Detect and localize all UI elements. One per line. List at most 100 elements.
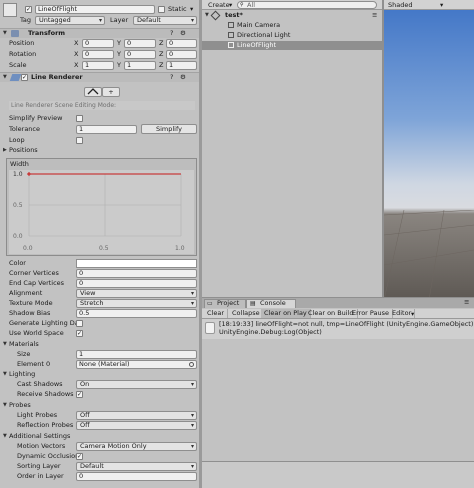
error-pause-button[interactable]: Error Pause	[349, 309, 394, 318]
light-probes-dropdown[interactable]: Off	[76, 411, 197, 420]
alignment-dropdown[interactable]: View	[76, 289, 197, 298]
clear-on-play-button[interactable]: Clear on Play	[261, 309, 311, 318]
position-x-label: X	[74, 39, 79, 47]
reflection-probes-dropdown[interactable]: Off	[76, 421, 197, 430]
positions-label[interactable]: Positions	[9, 146, 38, 155]
rotation-x-field[interactable]: 0	[82, 50, 114, 59]
position-z-label: Z	[159, 39, 164, 47]
lighting-expand-icon[interactable]: ▼	[3, 370, 7, 379]
width-label: Width	[10, 160, 29, 168]
motion-vectors-dropdown[interactable]: Camera Motion Only	[76, 442, 197, 451]
additional-expand-icon[interactable]: ▼	[3, 432, 7, 441]
console-menu-icon[interactable]: ≡	[464, 298, 469, 307]
editor-dropdown-icon[interactable]: ▾	[411, 310, 414, 319]
corner-vertices-field[interactable]: 0	[76, 269, 197, 278]
positions-expand-icon[interactable]: ▶	[3, 146, 7, 155]
add-point-button[interactable]: +	[102, 87, 120, 97]
scene-splitter[interactable]	[382, 0, 384, 297]
line-renderer-header[interactable]: ▼ ✓ Line Renderer ? ⚙	[0, 72, 199, 82]
console-log-entry[interactable]: [18:19:33] lineOfFlight=not null, tmp=Li…	[202, 319, 474, 339]
end-cap-vertices-field[interactable]: 0	[76, 279, 197, 288]
static-dropdown-arrow[interactable]: ▾	[190, 5, 193, 14]
scene-view[interactable]: Shaded ▾	[384, 0, 474, 297]
tag-dropdown[interactable]: Untagged	[35, 16, 105, 25]
object-picker-icon[interactable]	[189, 362, 194, 367]
use-world-space-checkbox[interactable]: ✓	[76, 330, 83, 337]
materials-label[interactable]: Materials	[9, 340, 39, 349]
generate-lighting-checkbox[interactable]	[76, 320, 83, 327]
scene-menu-icon[interactable]: ≡	[372, 11, 377, 20]
loop-checkbox[interactable]	[76, 137, 83, 144]
color-gradient-field[interactable]	[76, 259, 197, 268]
rotation-y-field[interactable]: 0	[124, 50, 156, 59]
info-icon	[205, 322, 215, 334]
simplify-preview-checkbox[interactable]	[76, 115, 83, 122]
tab-console[interactable]: ▤ Console	[246, 299, 296, 308]
line-renderer-settings-icon[interactable]: ⚙	[180, 73, 186, 82]
texture-mode-dropdown[interactable]: Stretch	[76, 299, 197, 308]
scene-name[interactable]: test*	[225, 11, 243, 20]
receive-shadows-checkbox[interactable]: ✓	[76, 391, 83, 398]
generate-lighting-label: Generate Lighting Da	[9, 319, 79, 327]
position-y-field[interactable]: 0	[124, 39, 156, 48]
materials-expand-icon[interactable]: ▼	[3, 340, 7, 349]
simplify-button[interactable]: Simplify	[141, 124, 197, 134]
tolerance-field[interactable]: 1	[76, 125, 137, 134]
scale-y-label: Y	[117, 61, 121, 69]
scale-z-field[interactable]: 1	[166, 61, 197, 70]
width-curve-editor[interactable]: Width 1.0 0.5 0.0 0.0 0.5 1.0	[6, 158, 197, 256]
sorting-layer-dropdown[interactable]: Default	[76, 462, 197, 471]
cast-shadows-dropdown[interactable]: On	[76, 380, 197, 389]
shading-dropdown-icon[interactable]: ▾	[440, 1, 443, 10]
simplify-preview-label: Simplify Preview	[9, 114, 63, 122]
transform-header[interactable]: ▼ Transform ? ⚙	[0, 28, 199, 38]
scale-y-field[interactable]: 1	[124, 61, 156, 70]
object-name-field[interactable]: LineOfFlight	[35, 5, 155, 14]
width-graph-area[interactable]: 1.0 0.5 0.0 0.0 0.5 1.0	[9, 170, 194, 254]
create-dropdown-icon[interactable]: ▾	[229, 1, 232, 10]
shadow-bias-label: Shadow Bias	[9, 309, 51, 317]
position-z-field[interactable]: 0	[166, 39, 197, 48]
hierarchy-search-field[interactable]: ⚲ All	[237, 1, 377, 9]
hierarchy-item-lineofflight[interactable]: LineOfFlight	[202, 41, 382, 50]
clear-button[interactable]: Clear	[204, 309, 228, 318]
lighting-label[interactable]: Lighting	[9, 370, 35, 379]
static-checkbox[interactable]	[158, 6, 165, 13]
additional-settings-label[interactable]: Additional Settings	[9, 432, 70, 441]
tab-project[interactable]: ▭ Project	[204, 299, 246, 308]
collapse-button[interactable]: Collapse	[229, 309, 264, 318]
materials-size-field[interactable]: 1	[76, 350, 197, 359]
tab-project-label: Project	[217, 299, 240, 307]
scene-expand-icon[interactable]: ▼	[205, 11, 209, 20]
expand-triangle-icon[interactable]: ▼	[3, 73, 7, 82]
transform-settings-icon[interactable]: ⚙	[180, 29, 186, 38]
edit-points-button[interactable]	[84, 87, 102, 97]
active-checkbox[interactable]: ✓	[25, 6, 32, 13]
shading-mode-dropdown[interactable]: Shaded	[388, 1, 412, 10]
order-in-layer-field[interactable]: 0	[76, 472, 197, 481]
hierarchy-item-main-camera[interactable]: Main Camera	[202, 21, 382, 30]
line-renderer-help-icon[interactable]: ?	[170, 73, 173, 82]
motion-vectors-label: Motion Vectors	[17, 442, 66, 450]
transform-help-icon[interactable]: ?	[170, 29, 173, 38]
width-curve-key[interactable]	[26, 171, 32, 177]
probes-expand-icon[interactable]: ▼	[3, 401, 7, 410]
edit-mode-label: Line Renderer Scene Editing Mode:	[9, 101, 195, 110]
position-x-field[interactable]: 0	[82, 39, 114, 48]
layer-dropdown[interactable]: Default	[133, 16, 197, 25]
rotation-z-label: Z	[159, 50, 164, 58]
width-curve-keys[interactable]	[26, 171, 32, 177]
rotation-z-field[interactable]: 0	[166, 50, 197, 59]
create-button[interactable]: Create	[208, 1, 230, 10]
element0-field[interactable]: None (Material)	[76, 360, 197, 369]
hierarchy-item-directional-light[interactable]: Directional Light	[202, 31, 382, 40]
unity-scene-icon	[210, 10, 221, 21]
width-graph-svg[interactable]: 1.0 0.5 0.0 0.0 0.5 1.0	[9, 170, 194, 254]
dynamic-occlusion-checkbox[interactable]: ✓	[76, 453, 83, 460]
expand-triangle-icon[interactable]: ▼	[3, 29, 7, 38]
shadow-bias-field[interactable]: 0.5	[76, 309, 197, 318]
probes-label[interactable]: Probes	[9, 401, 31, 410]
scale-x-field[interactable]: 1	[82, 61, 114, 70]
reflection-probes-label: Reflection Probes	[17, 421, 74, 429]
line-renderer-enabled-checkbox[interactable]: ✓	[21, 74, 28, 81]
